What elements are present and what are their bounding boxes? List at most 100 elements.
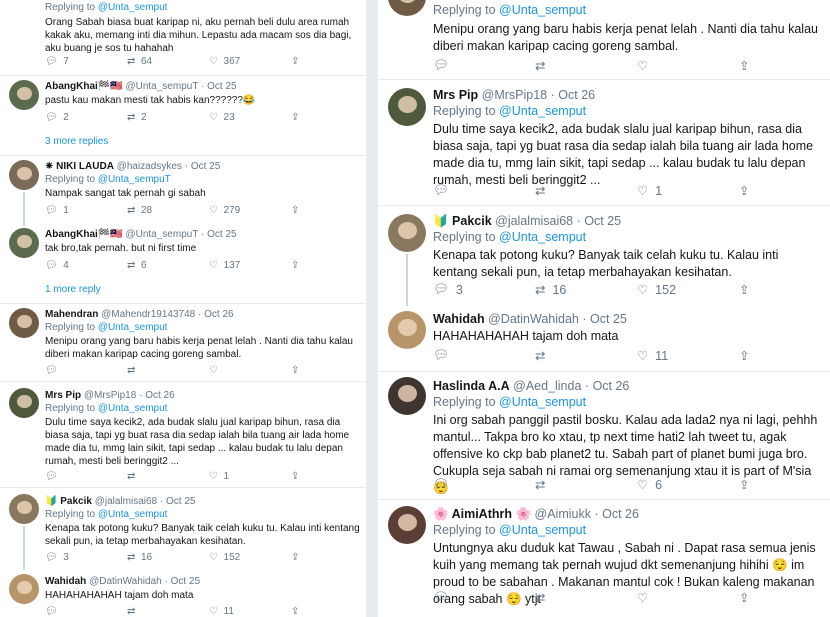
reply-button[interactable]: 💬︎ bbox=[433, 58, 535, 73]
replying-to-link[interactable]: @Unta_semput bbox=[98, 322, 168, 333]
user-handle[interactable]: @DatinWahidah bbox=[89, 576, 162, 587]
reply-button[interactable]: 💬︎ bbox=[45, 365, 127, 376]
avatar[interactable] bbox=[9, 80, 39, 110]
tweet-date[interactable]: Oct 26 bbox=[558, 88, 595, 102]
avatar[interactable] bbox=[388, 0, 426, 16]
avatar[interactable] bbox=[9, 388, 39, 418]
tweet[interactable]: Wahidah @DatinWahidah · Oct 25 HAHAHAHAH… bbox=[378, 306, 830, 372]
avatar[interactable] bbox=[388, 506, 426, 544]
replying-to-link[interactable]: @Unta_semput bbox=[499, 3, 586, 17]
tweet[interactable]: Replying to @Unta_semput Menipu orang ya… bbox=[378, 0, 830, 80]
avatar[interactable] bbox=[9, 160, 39, 190]
avatar[interactable] bbox=[9, 308, 39, 338]
user-handle[interactable]: @jalalmisai68 bbox=[95, 496, 157, 507]
tweet[interactable]: Wahidah @DatinWahidah · Oct 25 HAHAHAHAH… bbox=[0, 570, 366, 617]
reply-button[interactable]: 💬︎ bbox=[433, 348, 535, 363]
tweet-date[interactable]: Oct 25 bbox=[590, 312, 627, 326]
reply-button[interactable]: 💬︎ bbox=[433, 183, 535, 198]
tweet-date[interactable]: Oct 25 bbox=[207, 229, 236, 240]
display-name[interactable]: 🌸 AimiAthrh 🌸 bbox=[433, 507, 531, 521]
avatar[interactable] bbox=[388, 377, 426, 415]
replying-to-link[interactable]: @Unta_semput bbox=[98, 403, 168, 414]
like-button[interactable]: ♡ 152 bbox=[209, 552, 291, 563]
reply-button[interactable]: 💬︎ 7 bbox=[45, 56, 127, 67]
share-button[interactable]: ⇪ bbox=[291, 56, 299, 67]
tweet-date[interactable]: Oct 26 bbox=[145, 390, 174, 401]
like-button[interactable]: ♡ 152 bbox=[637, 282, 739, 298]
share-button[interactable]: ⇪ bbox=[291, 205, 299, 216]
avatar[interactable] bbox=[9, 494, 39, 524]
replying-to-link[interactable]: @Unta_semput bbox=[98, 2, 168, 13]
replying-to-link[interactable]: @Unta_semput bbox=[499, 230, 586, 244]
tweet-date[interactable]: Oct 26 bbox=[204, 309, 233, 320]
tweet[interactable]: 🌸 AimiAthrh 🌸 @Aimiukk · Oct 26 Replying… bbox=[378, 500, 830, 617]
tweet-date[interactable]: Oct 25 bbox=[166, 496, 195, 507]
display-name[interactable]: Mrs Pip bbox=[433, 88, 478, 102]
display-name[interactable]: 🔰 Pakcik bbox=[45, 496, 92, 507]
share-button[interactable]: ⇪ bbox=[291, 112, 299, 123]
reply-button[interactable]: 💬︎ bbox=[433, 590, 535, 605]
tweet[interactable]: Mahendran @Mahendr19143748 · Oct 26 Repl… bbox=[0, 304, 366, 382]
share-button[interactable]: ⇪ bbox=[739, 348, 749, 363]
tweet[interactable]: Replying to @Unta_semput Orang Sabah bia… bbox=[0, 0, 366, 76]
display-name[interactable]: Wahidah bbox=[45, 576, 86, 587]
tweet[interactable]: 🔰 Pakcik @jalalmisai68 · Oct 25 Replying… bbox=[0, 488, 366, 570]
avatar[interactable] bbox=[388, 311, 426, 349]
replying-to-link[interactable]: @Unta_semput bbox=[499, 395, 586, 409]
share-button[interactable]: ⇪ bbox=[291, 260, 299, 271]
user-handle[interactable]: @jalalmisai68 bbox=[495, 214, 573, 228]
avatar[interactable] bbox=[388, 214, 426, 252]
user-handle[interactable]: @haizadsykes bbox=[117, 161, 182, 172]
tweet-date[interactable]: Oct 26 bbox=[593, 379, 630, 393]
like-button[interactable]: ♡ 11 bbox=[209, 606, 291, 617]
avatar[interactable] bbox=[388, 88, 426, 126]
retweet-button[interactable]: ⇄ bbox=[127, 471, 209, 482]
tweet[interactable]: Mrs Pip @MrsPip18 · Oct 26 Replying to @… bbox=[0, 382, 366, 488]
like-button[interactable]: ♡ 1 bbox=[209, 471, 291, 482]
tweet-date[interactable]: Oct 25 bbox=[207, 81, 236, 92]
retweet-button[interactable]: ⇄ 2 bbox=[127, 112, 209, 123]
tweet-date[interactable]: Oct 26 bbox=[602, 507, 639, 521]
share-button[interactable]: ⇪ bbox=[291, 365, 299, 376]
reply-button[interactable]: 💬︎ 2 bbox=[45, 112, 127, 123]
share-button[interactable]: ⇪ bbox=[739, 58, 749, 73]
tweet-date[interactable]: Oct 25 bbox=[171, 576, 200, 587]
reply-button[interactable]: 💬︎ bbox=[433, 477, 535, 492]
tweet[interactable]: Haslinda A.A @Aed_linda · Oct 26 Replyin… bbox=[378, 372, 830, 500]
retweet-button[interactable]: ⇄ 16 bbox=[127, 552, 209, 563]
share-button[interactable]: ⇪ bbox=[291, 471, 299, 482]
display-name[interactable]: AbangKhai🏁🇲🇾 bbox=[45, 81, 123, 92]
user-handle[interactable]: @Mahendr19143748 bbox=[101, 309, 195, 320]
tweet-date[interactable]: Oct 25 bbox=[584, 214, 621, 228]
display-name[interactable]: Mahendran bbox=[45, 309, 98, 320]
retweet-button[interactable]: ⇄ 6 bbox=[127, 260, 209, 271]
tweet[interactable]: Mrs Pip @MrsPip18 · Oct 26 Replying to @… bbox=[378, 80, 830, 206]
avatar[interactable] bbox=[9, 574, 39, 604]
retweet-button[interactable]: ⇄ 16 bbox=[535, 282, 637, 298]
retweet-button[interactable]: ⇄ bbox=[535, 58, 637, 73]
like-button[interactable]: ♡ 23 bbox=[209, 112, 291, 123]
show-more-replies-link[interactable]: 3 more replies bbox=[45, 136, 108, 147]
retweet-button[interactable]: ⇄ bbox=[535, 183, 637, 198]
like-button[interactable]: ♡ 367 bbox=[209, 56, 291, 67]
retweet-button[interactable]: ⇄ bbox=[535, 477, 637, 492]
show-more-replies-link[interactable]: 1 more reply bbox=[45, 284, 101, 295]
retweet-button[interactable]: ⇄ bbox=[127, 365, 209, 376]
replying-to-link[interactable]: @Unta_semput bbox=[98, 509, 168, 520]
avatar[interactable] bbox=[9, 228, 39, 258]
retweet-button[interactable]: ⇄ bbox=[535, 348, 637, 363]
display-name[interactable]: ✷ NIKI LAUDA bbox=[45, 161, 114, 172]
like-button[interactable]: ♡ 1 bbox=[637, 183, 739, 199]
reply-button[interactable]: 💬︎ 3 bbox=[433, 282, 535, 297]
share-button[interactable]: ⇪ bbox=[291, 606, 299, 617]
tweet-date[interactable]: Oct 25 bbox=[191, 161, 220, 172]
share-button[interactable]: ⇪ bbox=[739, 183, 749, 198]
replying-to-link[interactable]: @Unta_sempuT bbox=[98, 174, 171, 185]
display-name[interactable]: Haslinda A.A bbox=[433, 379, 510, 393]
like-button[interactable]: ♡ 279 bbox=[209, 205, 291, 216]
display-name[interactable]: Mrs Pip bbox=[45, 390, 81, 401]
like-button[interactable]: ♡ 137 bbox=[209, 260, 291, 271]
retweet-button[interactable]: ⇄ bbox=[535, 590, 637, 605]
user-handle[interactable]: @Unta_sempuT bbox=[125, 229, 198, 240]
user-handle[interactable]: @Unta_sempuT bbox=[125, 81, 198, 92]
